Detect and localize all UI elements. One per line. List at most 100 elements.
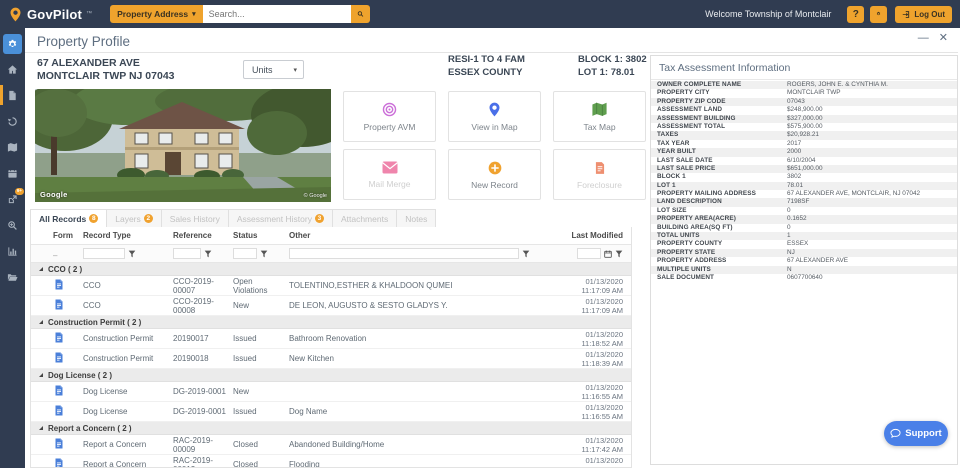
tab-all-records[interactable]: All Records 8	[30, 209, 107, 228]
google-watermark: Google	[40, 190, 68, 199]
property-avm-button[interactable]: Property AVM	[343, 91, 436, 142]
tax-info-row: PROPERTY ADDRESS67 ALEXANDER AVE	[651, 257, 957, 265]
filter-other-input[interactable]	[289, 248, 519, 259]
logout-icon	[902, 10, 911, 19]
record-row[interactable]: Construction Permit 20190018 Issued New …	[31, 349, 631, 369]
col-last-modified: Last Modified	[569, 231, 631, 240]
sidebar-item-zoom-search[interactable]	[0, 212, 25, 238]
record-row[interactable]: Report a Concern RAC-2019-00012 Closed F…	[31, 455, 631, 468]
view-in-map-button[interactable]: View in Map	[448, 91, 541, 142]
close-icon[interactable]: ✕	[939, 33, 948, 44]
tab-sales-history[interactable]: Sales History	[162, 209, 229, 228]
record-last-modified: 01/13/2020 11:17:42 AM	[569, 456, 631, 468]
record-document-icon[interactable]	[53, 404, 65, 419]
record-group-header[interactable]: Construction Permit ( 2 )	[31, 316, 631, 329]
tax-field-label: PROPERTY ADDRESS	[651, 258, 787, 264]
tax-assessment-panel: Tax Assessment Information OWNER COMPLET…	[650, 55, 958, 465]
tax-field-value: NJ	[787, 250, 795, 256]
record-row[interactable]: CCO CCO-2019-00008 New DE LEON, AUGUSTO …	[31, 296, 631, 316]
search-input[interactable]	[203, 5, 351, 23]
tax-field-label: MULTIPLE UNITS	[651, 267, 787, 273]
record-document-icon[interactable]	[53, 331, 65, 346]
sidebar-item-reports[interactable]	[0, 238, 25, 264]
filter-reference-input[interactable]	[173, 248, 201, 259]
mail-merge-button[interactable]: Mail Merge	[343, 149, 436, 200]
app: GovPilot™ Property Address ▾ Welcome Tow…	[0, 0, 960, 468]
record-last-modified: 01/13/2020 11:16:55 AM	[569, 403, 631, 421]
logout-button[interactable]: Log Out	[895, 6, 952, 23]
tax-info-row: SALE DOCUMENT0607700640	[651, 274, 957, 282]
tax-info-row: ASSESSMENT TOTAL$575,900.00	[651, 123, 957, 131]
filter-icon[interactable]	[128, 250, 136, 258]
document-icon	[593, 160, 607, 176]
record-row[interactable]: Construction Permit 20190017 Issued Bath…	[31, 329, 631, 349]
tax-panel-title: Tax Assessment Information	[651, 56, 957, 80]
tab-assessment-history[interactable]: Assessment History 3	[229, 209, 333, 228]
minimize-icon[interactable]: —	[918, 33, 929, 44]
filter-last-modified-input[interactable]	[577, 248, 601, 259]
sidebar-item-map[interactable]	[0, 134, 25, 160]
record-document-icon[interactable]	[53, 351, 65, 366]
property-address-dropdown[interactable]: Property Address ▾	[110, 5, 203, 23]
record-row[interactable]: Dog License DG-2019-0001 New 01/13/2020 …	[31, 382, 631, 402]
tax-info-row: ASSESSMENT BUILDING$327,000.00	[651, 115, 957, 123]
search-category-label: Property Address	[117, 9, 188, 19]
filter-icon[interactable]	[615, 250, 623, 258]
tab-attachments[interactable]: Attachments	[333, 209, 397, 228]
app-logo[interactable]: GovPilot™	[8, 7, 92, 22]
record-document-icon[interactable]	[53, 278, 65, 293]
record-last-modified: 01/13/2020 11:18:39 AM	[569, 350, 631, 368]
tax-field-value: 78.01	[787, 183, 803, 189]
filter-icon[interactable]	[204, 250, 212, 258]
record-type: Report a Concern	[83, 440, 173, 449]
sidebar-item-home[interactable]	[0, 56, 25, 82]
search-button[interactable]	[351, 5, 370, 23]
units-dropdown[interactable]: Units ▾	[243, 60, 304, 79]
record-row[interactable]: CCO CCO-2019-00007 Open Violations TOLEN…	[31, 276, 631, 296]
tab-layers[interactable]: Layers 2	[107, 209, 162, 228]
help-button[interactable]: ?	[847, 6, 864, 23]
calendar-icon[interactable]	[604, 250, 612, 258]
record-type: Dog License	[83, 387, 173, 396]
sidebar-item-property-records[interactable]	[0, 82, 25, 108]
tax-info-row: PROPERTY ZIP CODE07043	[651, 98, 957, 106]
support-button[interactable]: Support	[884, 421, 948, 446]
filter-record-type-input[interactable]	[83, 248, 125, 259]
sidebar-item-folder[interactable]	[0, 264, 25, 290]
sidebar-item-settings[interactable]	[0, 32, 25, 56]
record-document-icon[interactable]	[53, 298, 65, 313]
tab-notes[interactable]: Notes	[397, 209, 436, 228]
tax-field-label: ASSESSMENT BUILDING	[651, 116, 787, 122]
map-icon	[7, 142, 18, 153]
google-copyright: © Google	[304, 193, 327, 199]
record-row[interactable]: Report a Concern RAC-2019-00009 Closed A…	[31, 435, 631, 455]
bar-chart-icon	[7, 246, 18, 257]
tax-info-row: MULTIPLE UNITSN	[651, 266, 957, 274]
filter-icon[interactable]	[260, 250, 268, 258]
record-group-header[interactable]: Report a Concern ( 2 )	[31, 422, 631, 435]
record-group-header[interactable]: CCO ( 2 )	[31, 263, 631, 276]
record-group-header[interactable]: Dog License ( 2 )	[31, 369, 631, 382]
tax-field-label: PROPERTY ZIP CODE	[651, 99, 787, 105]
record-other: TOLENTINO,ESTHER & KHALDOON QUMEI	[289, 281, 569, 290]
sidebar-item-calendar[interactable]	[0, 160, 25, 186]
record-document-icon[interactable]	[53, 457, 65, 468]
records-table: Form Record Type Reference Status Other …	[30, 227, 632, 468]
sidebar-item-share[interactable]: 9+	[0, 186, 25, 212]
record-tabs: All Records 8 Layers 2 Sales History Ass…	[30, 209, 436, 228]
calendar-icon	[7, 168, 18, 179]
tax-field-value: $327,000.00	[787, 116, 823, 122]
foreclosure-button[interactable]: Foreclosure	[553, 149, 646, 200]
filter-row: –	[31, 245, 631, 263]
record-row[interactable]: Dog License DG-2019-0001 Issued Dog Name…	[31, 402, 631, 422]
tax-field-value: $575,900.00	[787, 124, 823, 130]
settings-button[interactable]	[870, 6, 887, 23]
tax-field-value: ROGERS, JOHN E. & CYNTHIA M.	[787, 82, 888, 88]
tax-map-button[interactable]: Tax Map	[553, 91, 646, 142]
filter-status-input[interactable]	[233, 248, 257, 259]
record-document-icon[interactable]	[53, 437, 65, 452]
new-record-button[interactable]: New Record	[448, 149, 541, 200]
sidebar-item-history[interactable]	[0, 108, 25, 134]
filter-icon[interactable]	[522, 250, 530, 258]
record-document-icon[interactable]	[53, 384, 65, 399]
